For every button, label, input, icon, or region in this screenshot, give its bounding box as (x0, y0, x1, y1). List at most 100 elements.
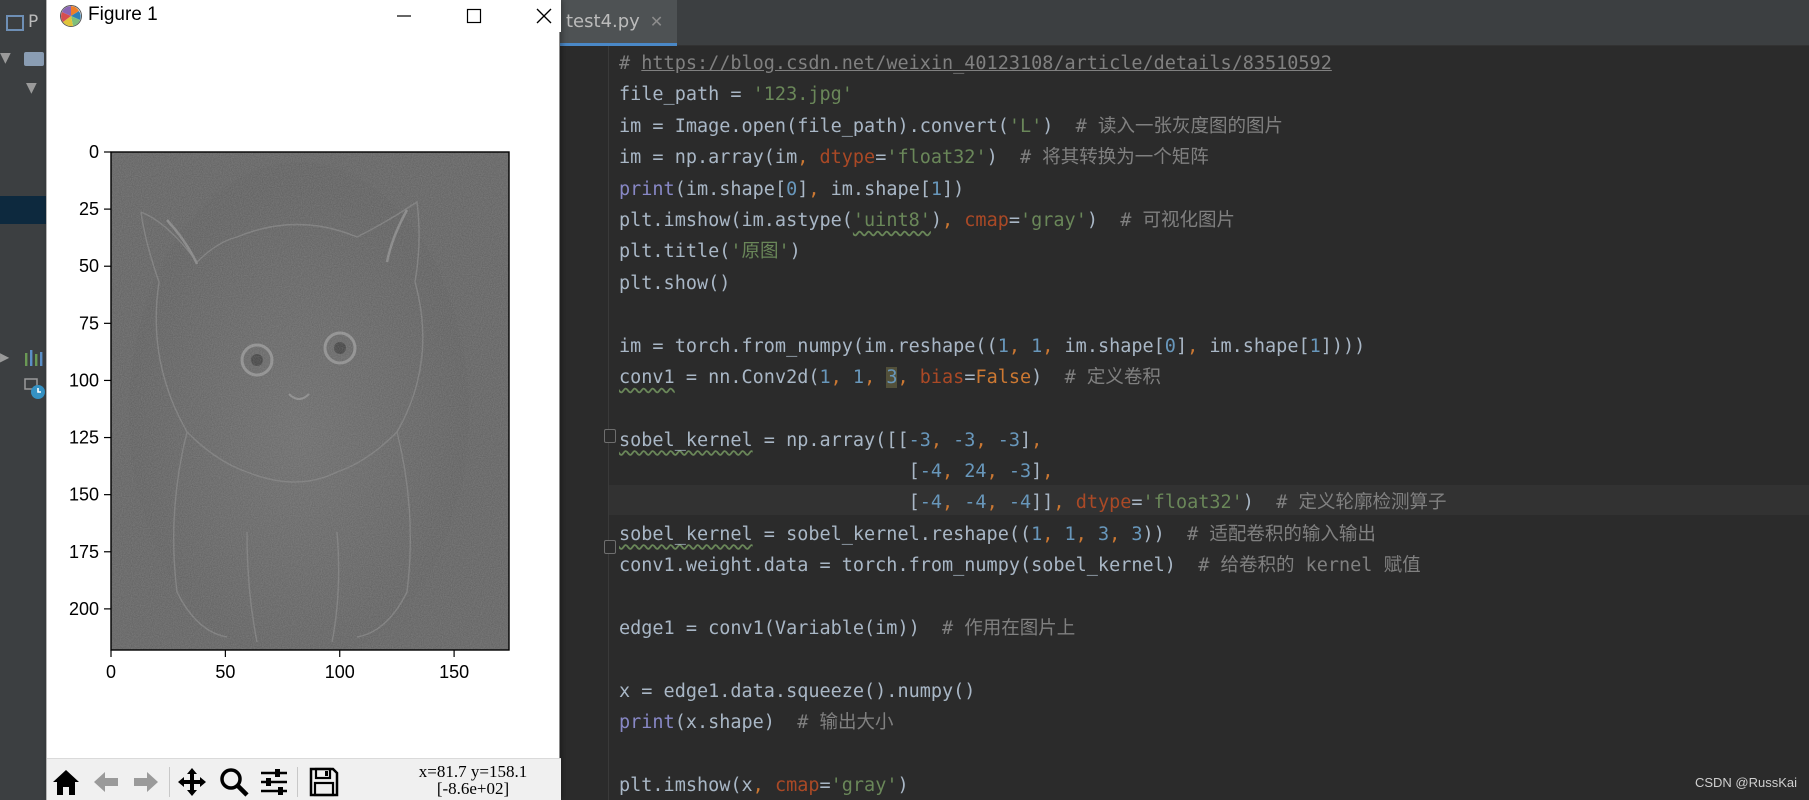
code-line[interactable]: print(x.shape) # 输出大小 (619, 707, 1447, 738)
code-token: plt.imshow(x (619, 774, 753, 796)
code-editor[interactable]: # https://blog.csdn.net/weixin_40123108/… (560, 46, 1809, 800)
back-icon (94, 772, 118, 792)
code-content[interactable]: # https://blog.csdn.net/weixin_40123108/… (619, 48, 1447, 800)
code-token: 1 (1031, 335, 1043, 357)
cursor-xy: x=81.7 y=158.1 (418, 762, 528, 781)
home-button[interactable] (47, 763, 85, 800)
code-token: file_path = (619, 84, 753, 106)
code-token: conv1 (619, 366, 675, 388)
code-token: , (752, 774, 775, 796)
code-line[interactable]: sobel_kernel = sobel_kernel.reshape((1, … (619, 519, 1447, 550)
code-token: edge1 = conv1(Variable(im)) (619, 618, 943, 640)
code-token: = (964, 366, 976, 388)
ide-title-fragment: P (28, 12, 39, 32)
tab-test4-py[interactable]: test4.py ✕ (560, 0, 678, 46)
minimize-button[interactable] (375, 0, 433, 32)
code-token: , (942, 209, 965, 231)
code-comment: # 输出大小 (797, 712, 894, 734)
code-line[interactable]: conv1.weight.data = torch.from_numpy(sob… (619, 550, 1447, 581)
forward-button[interactable] (127, 763, 165, 800)
code-comment: # (619, 53, 642, 74)
code-line[interactable]: im = Image.open(file_path).convert('L') … (619, 111, 1447, 142)
code-token: 1 (1031, 523, 1043, 545)
code-token: = sobel_kernel.reshape(( (752, 523, 1032, 545)
x-tick-label: 50 (215, 662, 235, 682)
code-line[interactable]: [-4, -4, -4]], dtype='float32') # 定义轮廓检测… (619, 487, 1447, 518)
code-line[interactable] (619, 739, 1447, 770)
collapse-arrow-icon[interactable]: ▶ (0, 350, 9, 364)
code-line[interactable]: file_path = '123.jpg' (619, 79, 1447, 110)
code-line[interactable]: plt.imshow(im.astype('uint8'), cmap='gra… (619, 205, 1447, 236)
code-line[interactable]: print(im.shape[0], im.shape[1]) (619, 174, 1447, 205)
code-token: 0 (786, 178, 798, 200)
code-token: 3 (886, 366, 898, 388)
code-line[interactable]: im = np.array(im, dtype='float32') # 将其转… (619, 142, 1447, 173)
code-token: 3 (1131, 523, 1143, 545)
maximize-button[interactable] (445, 0, 503, 32)
project-icon (6, 15, 24, 31)
code-line[interactable]: plt.show() (619, 268, 1447, 299)
code-token: 1 (819, 366, 831, 388)
code-token: 'float32' (1142, 492, 1243, 514)
save-button[interactable] (305, 763, 343, 800)
code-token: , (897, 366, 920, 388)
expand-arrow-icon[interactable]: ▼ (0, 50, 11, 66)
code-line[interactable]: im = torch.from_numpy(im.reshape((1, 1, … (619, 331, 1447, 362)
code-token: = np.array([[ (752, 429, 909, 451)
code-token: , (986, 461, 1009, 483)
comment-link[interactable]: https://blog.csdn.net/weixin_40123108/ar… (641, 53, 1332, 74)
code-line[interactable]: [-4, 24, -3], (619, 456, 1447, 487)
code-line[interactable]: sobel_kernel = np.array([[-3, -3, -3], (619, 425, 1447, 456)
code-token: [ (619, 492, 920, 514)
code-line[interactable]: edge1 = conv1(Variable(im)) # 作用在图片上 (619, 613, 1447, 644)
edge-image (111, 152, 509, 650)
code-token: = nn.Conv2d( (674, 366, 820, 388)
zoom-icon (220, 768, 249, 797)
close-icon[interactable]: ✕ (650, 12, 663, 31)
code-token: 24 (964, 461, 987, 483)
subplots-button[interactable] (255, 763, 293, 800)
code-line[interactable]: # https://blog.csdn.net/weixin_40123108/… (619, 48, 1447, 79)
bar-chart-icon (25, 350, 43, 366)
back-button[interactable] (87, 763, 125, 800)
fold-marker-icon[interactable] (604, 540, 616, 554)
code-token: ]] (1031, 492, 1054, 514)
code-token: , (942, 461, 965, 483)
code-token: , (1053, 492, 1076, 514)
x-tick-label: 150 (439, 662, 469, 682)
code-line[interactable] (619, 393, 1447, 424)
folder-icon (24, 52, 44, 66)
code-comment: # 给卷积的 kernel 赋值 (1198, 555, 1421, 577)
selected-tree-row[interactable] (0, 196, 48, 224)
code-token: sobel_kernel (619, 429, 753, 451)
code-line[interactable] (619, 644, 1447, 675)
zoom-button[interactable] (215, 763, 253, 800)
code-token: -4 (919, 461, 943, 483)
code-token: False (975, 366, 1032, 388)
close-window-button[interactable] (515, 0, 573, 32)
code-line[interactable]: x = edge1.data.squeeze().numpy() (619, 676, 1447, 707)
figure-canvas[interactable]: 0 25 50 75 100 125 150 175 200 0 50 100 150 (47, 32, 561, 758)
code-token: plt.imshow(im.astype( (619, 209, 853, 231)
code-line[interactable] (619, 582, 1447, 613)
code-token: ) (1086, 209, 1121, 231)
code-line[interactable] (619, 299, 1447, 330)
code-token: cmap (774, 774, 820, 796)
code-token: 'gray' (830, 774, 898, 796)
code-line[interactable]: plt.title('原图') (619, 236, 1447, 267)
code-token: , (942, 492, 965, 514)
home-icon (53, 770, 79, 795)
ide-project-panel: P ▼ ▼ ▶ (0, 0, 48, 800)
pan-button[interactable] (173, 763, 211, 800)
code-token: -3 (953, 429, 976, 451)
code-line[interactable]: plt.imshow(x, cmap='gray') (619, 770, 1447, 800)
code-comment: # 作用在图片上 (942, 618, 1076, 640)
expand-arrow-icon[interactable]: ▼ (26, 80, 37, 96)
code-line[interactable]: conv1 = nn.Conv2d(1, 1, 3, bias=False) #… (619, 362, 1447, 393)
code-token: , (1031, 429, 1043, 451)
code-comment: # 将其转换为一个矩阵 (1020, 147, 1209, 169)
window-title-bar[interactable]: Figure 1 (47, 0, 561, 32)
code-comment: # 适配卷积的输入输出 (1187, 523, 1376, 545)
forward-icon (134, 772, 158, 792)
fold-marker-icon[interactable] (604, 429, 616, 443)
